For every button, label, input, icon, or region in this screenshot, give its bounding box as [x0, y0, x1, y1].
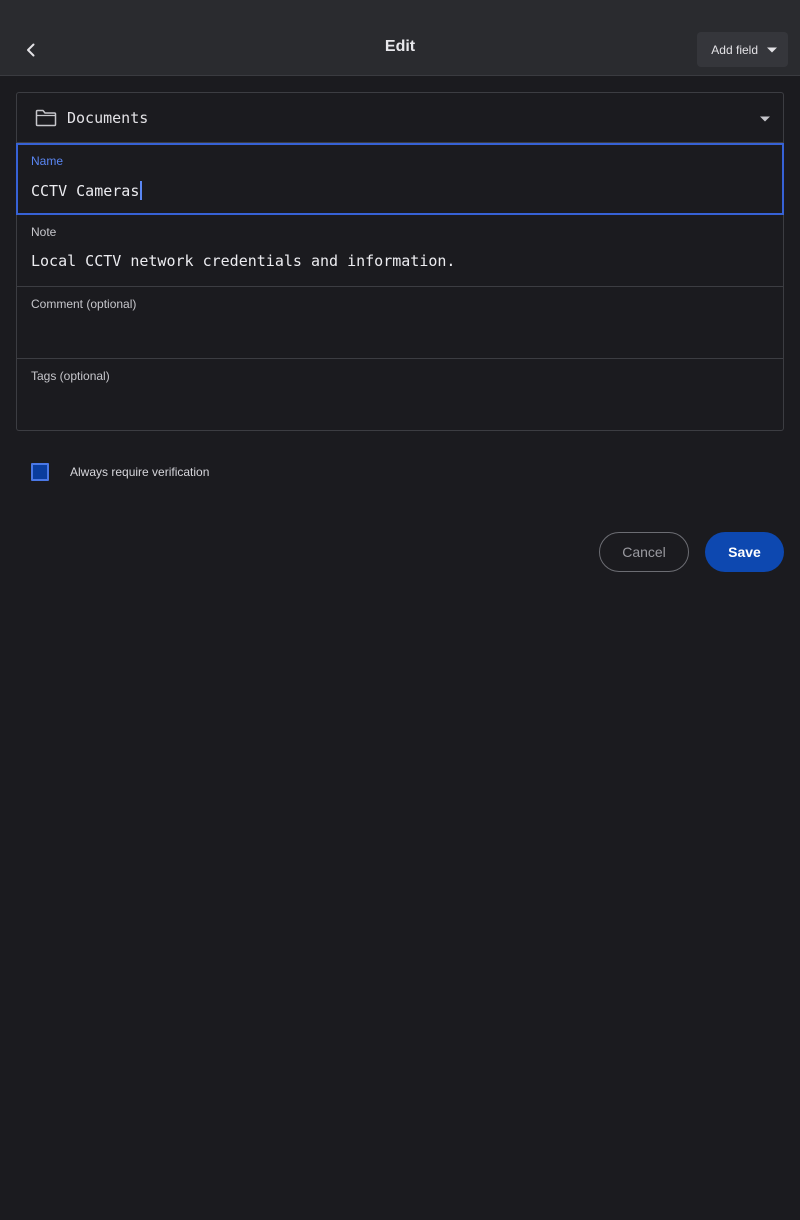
verification-row: Always require verification — [31, 463, 209, 481]
status-bar — [0, 0, 800, 24]
caret-down-icon — [760, 116, 770, 122]
verification-checkbox[interactable] — [31, 463, 49, 481]
caret-down-icon — [767, 47, 777, 52]
folder-icon — [35, 109, 57, 126]
note-input[interactable]: Local CCTV network credentials and infor… — [31, 252, 455, 270]
add-field-label: Add field — [711, 42, 758, 57]
cancel-button[interactable]: Cancel — [599, 532, 689, 572]
save-button[interactable]: Save — [705, 532, 784, 572]
name-label: Name — [31, 154, 64, 168]
name-field[interactable]: Name CCTV Cameras — [16, 143, 784, 215]
tags-field[interactable]: Tags (optional) — [16, 359, 784, 431]
folder-select[interactable]: Documents — [16, 92, 784, 143]
comment-label: Comment (optional) — [31, 297, 137, 311]
back-button[interactable] — [14, 33, 48, 67]
app-bar: Edit Add field — [0, 24, 800, 76]
name-value: CCTV Cameras — [31, 182, 140, 200]
folder-selected-label: Documents — [67, 108, 149, 127]
comment-field[interactable]: Comment (optional) — [16, 287, 784, 359]
tags-label: Tags (optional) — [31, 369, 110, 383]
edit-form: Documents Name CCTV Cameras Note Local C… — [16, 92, 784, 431]
note-label: Note — [31, 225, 57, 239]
add-field-button[interactable]: Add field — [697, 32, 788, 67]
chevron-left-icon — [27, 43, 35, 57]
name-input[interactable]: CCTV Cameras — [31, 181, 143, 200]
verification-label: Always require verification — [70, 465, 210, 479]
text-cursor — [140, 181, 143, 200]
page-title: Edit — [384, 38, 416, 55]
note-field[interactable]: Note Local CCTV network credentials and … — [16, 215, 784, 287]
